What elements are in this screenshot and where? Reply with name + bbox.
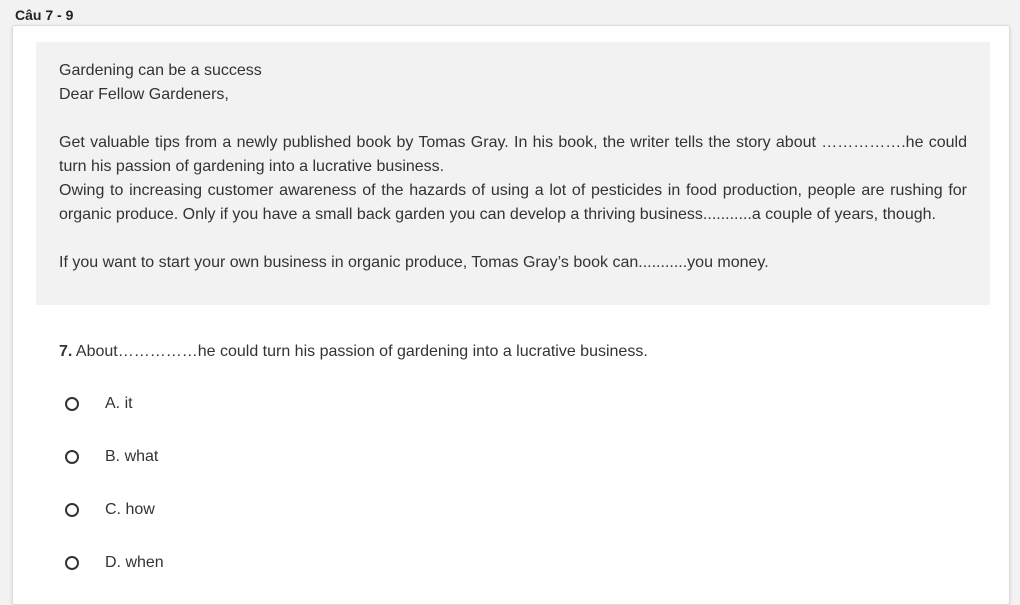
answer-option-d[interactable]: D. when — [65, 551, 164, 575]
radio-button-icon[interactable] — [65, 556, 79, 570]
question-text: About……………he could turn his passion of g… — [75, 343, 648, 360]
reading-passage: Gardening can be a success Dear Fellow G… — [36, 42, 990, 305]
passage-spacer — [59, 227, 967, 251]
answer-option-a[interactable]: A. it — [65, 392, 133, 416]
radio-button-icon[interactable] — [65, 503, 79, 517]
answer-option-label: B. what — [105, 448, 159, 465]
passage-title: Gardening can be a success — [59, 62, 262, 79]
passage-salutation: Dear Fellow Gardeners, — [59, 86, 229, 103]
section-title: Câu 7 - 9 — [15, 7, 74, 23]
passage-spacer — [59, 107, 967, 131]
answer-option-label: D. when — [105, 554, 164, 571]
question-number: 7. — [59, 343, 73, 360]
answer-option-b[interactable]: B. what — [65, 445, 158, 469]
answer-option-c[interactable]: C. how — [65, 498, 155, 522]
passage-paragraph-2: Owing to increasing customer awareness o… — [59, 182, 967, 223]
passage-paragraph-1: Get valuable tips from a newly published… — [59, 134, 967, 175]
passage-paragraph-3: If you want to start your own business i… — [59, 254, 769, 271]
radio-button-icon[interactable] — [65, 397, 79, 411]
question-card: Gardening can be a success Dear Fellow G… — [12, 25, 1010, 605]
answer-option-label: C. how — [105, 501, 155, 518]
radio-button-icon[interactable] — [65, 450, 79, 464]
answer-option-label: A. it — [105, 395, 133, 412]
question-prompt: 7. About……………he could turn his passion o… — [59, 342, 648, 362]
